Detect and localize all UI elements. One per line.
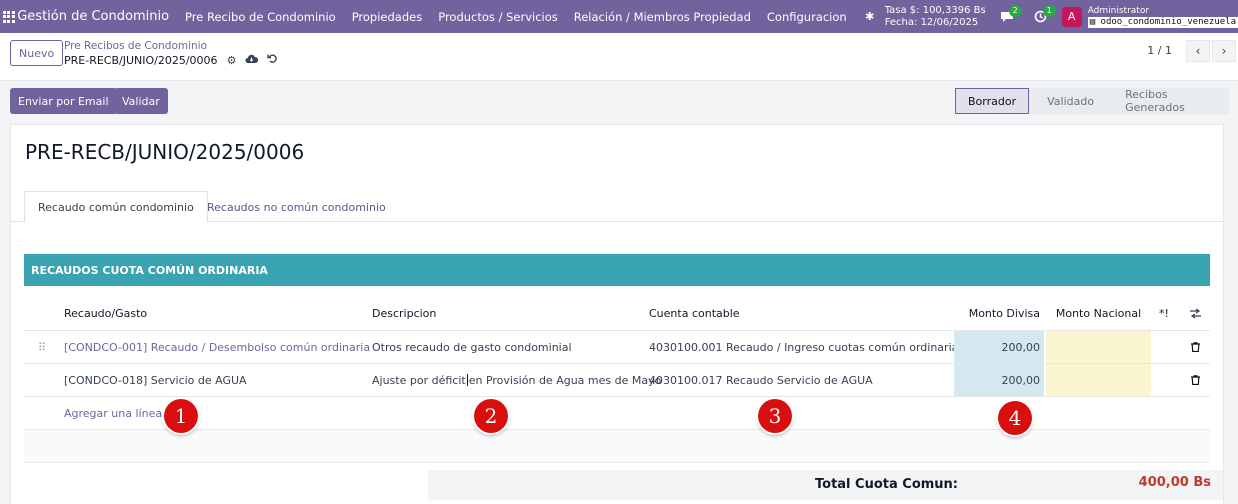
line-descripcion-field[interactable]: Ajuste por déficit en Provisión de Agua m… bbox=[372, 364, 661, 396]
total-bar: Total Cuota Comun: 400,00 Bs bbox=[428, 470, 1223, 500]
line-monto-divisa[interactable]: 200,00 bbox=[954, 364, 1044, 396]
discard-icon[interactable] bbox=[267, 53, 278, 67]
total-value: 400,00 Bs bbox=[1138, 475, 1211, 490]
line-recaudo[interactable]: [CONDCO-018] Servicio de AGUA bbox=[64, 364, 247, 396]
add-line-row: Agregar una línea bbox=[24, 397, 1210, 430]
line-monto-nacional[interactable] bbox=[1046, 364, 1151, 396]
line-monto-nacional[interactable] bbox=[1046, 331, 1151, 363]
menu-productos-servicios[interactable]: Productos / Servicios bbox=[438, 10, 558, 24]
new-button[interactable]: Nuevo bbox=[10, 40, 64, 66]
cloud-save-icon[interactable] bbox=[245, 54, 259, 67]
add-line-link[interactable]: Agregar una línea bbox=[64, 397, 162, 429]
control-panel: Nuevo Pre Recibos de Condominio PRE-RECB… bbox=[0, 33, 1238, 81]
breadcrumb-parent[interactable]: Pre Recibos de Condominio bbox=[64, 40, 207, 52]
user-avatar[interactable]: A bbox=[1061, 6, 1082, 27]
drag-handle-icon[interactable]: ⠿ bbox=[38, 331, 46, 363]
form-sheet: PRE-RECB/JUNIO/2025/0006 Recaudo común c… bbox=[10, 124, 1224, 504]
trash-icon[interactable] bbox=[1182, 364, 1208, 396]
chevron-left-icon: ‹ bbox=[1195, 44, 1201, 58]
status-recibos-generados[interactable]: Recibos Generados bbox=[1107, 88, 1230, 114]
line-descripcion-part1: Ajuste por déficit bbox=[372, 373, 466, 387]
status-bar: Borrador Validado Recibos Generados bbox=[955, 88, 1230, 114]
chevron-right-icon: › bbox=[1221, 44, 1227, 58]
section-header: RECAUDOS CUOTA COMÚN ORDINARIA bbox=[24, 254, 1210, 286]
menu-relacion-miembros[interactable]: Relación / Miembros Propiedad bbox=[574, 10, 751, 24]
gear-icon[interactable]: ⚙ bbox=[227, 54, 237, 67]
table-header: Recaudo/Gasto Descripcion Cuenta contabl… bbox=[24, 296, 1210, 331]
column-recaudo[interactable]: Recaudo/Gasto bbox=[64, 296, 147, 330]
line-cuenta[interactable]: 4030100.017 Recaudo Servicio de AGUA bbox=[649, 364, 873, 396]
breadcrumb: PRE-RECB/JUNIO/2025/0006 ⚙ bbox=[64, 53, 278, 67]
messages-badge: 2 bbox=[1008, 4, 1022, 17]
send-email-button[interactable]: Enviar por Email bbox=[10, 88, 117, 114]
activities-badge: 1 bbox=[1042, 4, 1056, 17]
optional-columns-icon[interactable] bbox=[1182, 296, 1208, 330]
messages-icon[interactable]: 2 bbox=[994, 4, 1022, 27]
apps-menu-icon[interactable] bbox=[0, 0, 17, 33]
menu-pre-recibo[interactable]: Pre Recibo de Condominio bbox=[185, 10, 336, 24]
action-bar: Enviar por Email Validar Borrador Valida… bbox=[0, 81, 1238, 121]
annotation-marker-4: 4 bbox=[998, 401, 1032, 435]
column-warning: *! bbox=[1159, 306, 1169, 320]
line-recaudo[interactable]: [CONDCO-001] Recaudo / Desembolso común … bbox=[64, 331, 370, 363]
menu-propiedades[interactable]: Propiedades bbox=[352, 10, 423, 24]
activities-icon[interactable]: 1 bbox=[1028, 4, 1056, 27]
record-title[interactable]: PRE-RECB/JUNIO/2025/0006 bbox=[25, 140, 304, 164]
table-row[interactable]: [CONDCO-018] Servicio de AGUA Ajuste por… bbox=[24, 364, 1210, 397]
menu-configuracion[interactable]: Configuracion bbox=[767, 10, 847, 24]
rate-value: Tasa $: 100,3396 Bs bbox=[884, 4, 986, 16]
pager-next-button[interactable]: › bbox=[1212, 40, 1236, 62]
exchange-rate: Tasa $: 100,3396 Bs Fecha: 12/06/2025 bbox=[885, 5, 986, 29]
column-descripcion[interactable]: Descripcion bbox=[372, 296, 436, 330]
status-validado[interactable]: Validado bbox=[1029, 88, 1108, 114]
app-name[interactable]: Gestión de Condominio bbox=[17, 9, 169, 24]
annotation-marker-3: 3 bbox=[758, 399, 792, 433]
pager-value[interactable]: 1 / 1 bbox=[1147, 44, 1172, 57]
database-name: ▤ odoo_condominio_venezuela bbox=[1087, 16, 1238, 28]
column-cuenta[interactable]: Cuenta contable bbox=[649, 296, 740, 330]
user-name: Administrator bbox=[1087, 5, 1150, 16]
annotation-marker-1: 1 bbox=[164, 399, 198, 433]
lines-table: Recaudo/Gasto Descripcion Cuenta contabl… bbox=[24, 296, 1210, 463]
pager-previous-button[interactable]: ‹ bbox=[1186, 40, 1210, 62]
database-name-text: odoo_condominio_venezuela bbox=[1100, 16, 1236, 27]
validate-button[interactable]: Validar bbox=[114, 88, 168, 114]
line-descripcion[interactable]: Otros recaudo de gasto condominial bbox=[372, 331, 572, 363]
column-monto-divisa[interactable]: Monto Divisa bbox=[954, 296, 1044, 330]
table-row[interactable]: ⠿ [CONDCO-001] Recaudo / Desembolso comú… bbox=[24, 331, 1210, 364]
debug-icon[interactable]: ✱ bbox=[863, 10, 877, 23]
line-monto-divisa[interactable]: 200,00 bbox=[954, 331, 1044, 363]
top-navbar: Gestión de Condominio Pre Recibo de Cond… bbox=[0, 0, 1238, 33]
breadcrumb-current: PRE-RECB/JUNIO/2025/0006 bbox=[64, 53, 218, 67]
tab-recaudos-no-comun[interactable]: Recaudos no común condominio bbox=[194, 191, 399, 223]
total-label: Total Cuota Comun: bbox=[815, 477, 959, 492]
text-cursor bbox=[466, 374, 468, 386]
database-icon: ▤ bbox=[1089, 16, 1096, 27]
user-menu[interactable]: Administrator ▤ odoo_condominio_venezuel… bbox=[1087, 5, 1238, 28]
line-descripcion-part2: en Provisión de Agua mes de Mayo bbox=[468, 373, 662, 387]
notebook-tabs: Recaudo común condominio Recaudos no com… bbox=[11, 187, 1223, 223]
tab-recaudo-comun[interactable]: Recaudo común condominio bbox=[24, 191, 208, 223]
column-monto-nacional[interactable]: Monto Nacional bbox=[1046, 296, 1151, 330]
line-cuenta[interactable]: 4030100.001 Recaudo / Ingreso cuotas com… bbox=[649, 331, 958, 363]
status-borrador[interactable]: Borrador bbox=[955, 88, 1030, 114]
table-footer bbox=[24, 430, 1210, 463]
rate-date: Fecha: 12/06/2025 bbox=[884, 16, 979, 28]
trash-icon[interactable] bbox=[1182, 331, 1208, 363]
annotation-marker-2: 2 bbox=[474, 399, 508, 433]
